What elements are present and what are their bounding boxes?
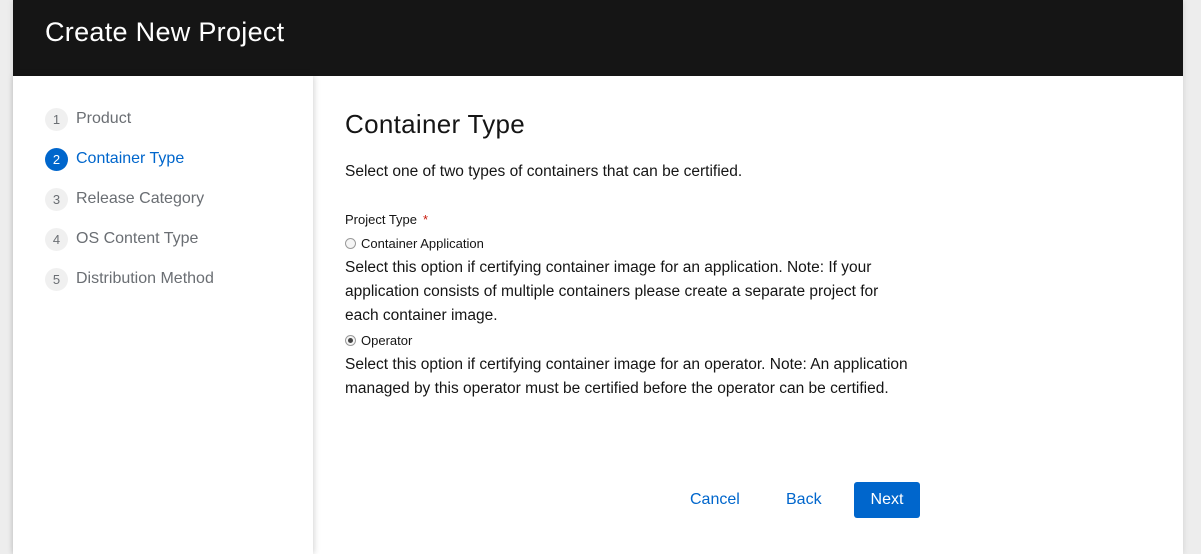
step-number: 1 bbox=[45, 107, 68, 131]
cancel-button[interactable]: Cancel bbox=[674, 482, 756, 518]
field-label-text: Project Type bbox=[345, 212, 418, 227]
project-type-label: Project Type * bbox=[345, 212, 428, 227]
radio-container-application[interactable]: Container Application bbox=[345, 236, 484, 251]
step-distribution-method[interactable]: 5 Distribution Method bbox=[45, 267, 214, 291]
required-marker: * bbox=[423, 212, 429, 227]
radio-label: Container Application bbox=[361, 236, 484, 251]
container-application-description: Select this option if certifying contain… bbox=[345, 259, 879, 324]
page-title: Container Type bbox=[345, 109, 526, 139]
next-button[interactable]: Next bbox=[854, 482, 920, 518]
step-product[interactable]: 1 Product bbox=[45, 107, 131, 131]
modal-title: Create New Project bbox=[45, 17, 285, 47]
step-label: Distribution Method bbox=[76, 270, 214, 287]
create-project-modal: Create New Project 1 Product 2 Container… bbox=[13, 0, 1183, 554]
operator-description: Select this option if certifying contain… bbox=[345, 356, 908, 397]
radio-label: Operator bbox=[361, 333, 413, 348]
step-label: Container Type bbox=[76, 150, 185, 167]
wizard-content: Container Type Select one of two types o… bbox=[313, 76, 1183, 554]
modal-header: Create New Project bbox=[13, 0, 1183, 76]
step-os-content-type[interactable]: 4 OS Content Type bbox=[45, 227, 198, 251]
step-label: Product bbox=[76, 110, 132, 127]
step-label: Release Category bbox=[76, 190, 205, 207]
step-number: 4 bbox=[45, 227, 68, 251]
page-description: Select one of two types of containers th… bbox=[345, 163, 743, 180]
step-number: 3 bbox=[45, 187, 68, 211]
step-number: 5 bbox=[45, 267, 68, 291]
radio-selected-dot bbox=[348, 338, 353, 343]
step-release-category[interactable]: 3 Release Category bbox=[45, 187, 204, 211]
radio-operator[interactable]: Operator bbox=[345, 333, 412, 348]
wizard-steps-nav: 1 Product 2 Container Type 3 Release Cat… bbox=[13, 76, 313, 554]
radio-button[interactable] bbox=[345, 238, 356, 249]
step-container-type[interactable]: 2 Container Type bbox=[45, 147, 184, 171]
step-number: 2 bbox=[45, 147, 68, 171]
radio-button[interactable] bbox=[345, 335, 356, 346]
back-button[interactable]: Back bbox=[770, 482, 838, 518]
step-label: OS Content Type bbox=[76, 230, 199, 247]
